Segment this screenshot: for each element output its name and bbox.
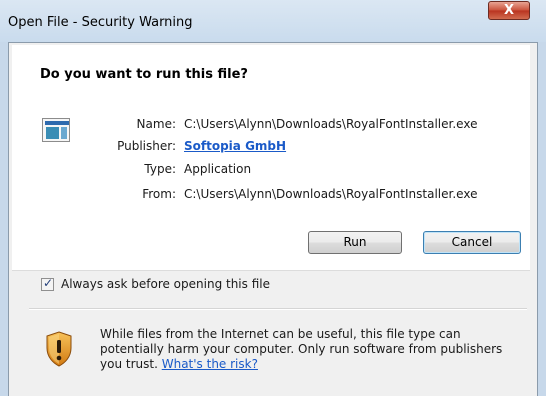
close-icon: X xyxy=(503,3,515,18)
warning-text: While files from the Internet can be use… xyxy=(100,327,503,371)
from-value: C:\Users\Alynn\Downloads\RoyalFontInstal… xyxy=(184,187,478,201)
heading-panel: Do you want to run this file? xyxy=(12,45,530,96)
close-button[interactable]: X xyxy=(488,1,530,20)
publisher-link[interactable]: Softopia GmbH xyxy=(184,139,286,153)
always-ask-checkbox[interactable]: ✓ xyxy=(41,276,54,291)
type-label: Type: xyxy=(144,162,176,176)
name-value: C:\Users\Alynn\Downloads\RoyalFontInstal… xyxy=(184,117,478,131)
whats-the-risk-link[interactable]: What's the risk? xyxy=(162,357,258,371)
window-title: Open File - Security Warning xyxy=(8,15,193,30)
from-label: From: xyxy=(142,187,176,201)
always-ask-label[interactable]: Always ask before opening this file xyxy=(61,277,270,291)
cancel-button[interactable]: Cancel xyxy=(423,231,521,254)
dialog-question: Do you want to run this file? xyxy=(40,67,248,82)
security-shield-warning-icon xyxy=(46,331,72,367)
title-bar[interactable]: Open File - Security Warning X xyxy=(0,0,546,42)
type-value: Application xyxy=(184,162,252,176)
checkmark-icon: ✓ xyxy=(43,276,54,290)
application-file-icon xyxy=(42,118,70,142)
name-label: Name: xyxy=(136,117,176,131)
run-button[interactable]: Run xyxy=(308,231,402,254)
warning-message: While files from the Internet can be use… xyxy=(100,327,520,372)
publisher-label: Publisher: xyxy=(117,139,176,153)
security-warning-dialog: Open File - Security Warning X Do you wa… xyxy=(0,0,546,396)
separator-highlight xyxy=(29,309,527,310)
